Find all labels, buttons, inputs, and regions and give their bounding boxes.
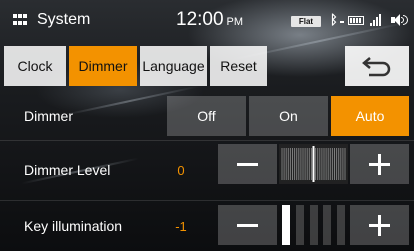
clock-ampm: PM xyxy=(226,16,244,28)
menu-grid-icon[interactable] xyxy=(13,14,27,26)
volume-icon xyxy=(391,14,409,26)
clock-time: 12:00 xyxy=(176,9,224,30)
status-bar: System 12:00 PM Flat ᛒ xyxy=(0,0,414,42)
tab-dimmer[interactable]: Dimmer xyxy=(69,46,137,86)
dimmer-option-off[interactable]: Off xyxy=(167,96,246,136)
dimmer-level-slider[interactable] xyxy=(279,144,348,184)
back-button[interactable] xyxy=(345,46,409,86)
dimmer-option-auto[interactable]: Auto xyxy=(331,96,409,136)
key-illumination-step xyxy=(295,205,304,245)
bluetooth-icon: ᛒ xyxy=(330,12,344,27)
dimmer-level-increase-button[interactable] xyxy=(350,144,409,184)
key-illumination-step xyxy=(323,205,332,245)
app-title: System xyxy=(37,11,91,28)
dimmer-level-decrease-button[interactable] xyxy=(218,144,277,184)
key-illumination-label: Key illumination xyxy=(24,218,123,234)
eq-badge: Flat xyxy=(291,16,321,27)
row-divider xyxy=(0,140,414,141)
screen: System 12:00 PM Flat ᛒ Clock Dimmer Langu… xyxy=(0,0,414,251)
key-illumination-step xyxy=(309,205,318,245)
clock-display: 12:00 PM xyxy=(176,9,243,31)
key-illumination-step xyxy=(282,205,290,245)
key-illumination-decrease-button[interactable] xyxy=(218,205,277,245)
dimmer-label: Dimmer xyxy=(24,108,73,124)
key-illumination-increase-button[interactable] xyxy=(350,205,409,245)
tab-reset[interactable]: Reset xyxy=(210,46,267,86)
row-divider xyxy=(0,200,414,201)
dimmer-level-label: Dimmer Level xyxy=(24,162,111,178)
tab-bar: Clock Dimmer Language Reset xyxy=(0,46,414,86)
key-illumination-step xyxy=(337,205,345,245)
battery-icon xyxy=(348,16,364,25)
key-illumination-level-bar xyxy=(279,205,348,245)
back-arrow-icon xyxy=(362,57,391,77)
tab-language[interactable]: Language xyxy=(140,46,207,86)
dimmer-option-on[interactable]: On xyxy=(249,96,328,136)
dimmer-level-value: 0 xyxy=(177,163,185,178)
key-illumination-value: -1 xyxy=(175,219,187,234)
tab-clock[interactable]: Clock xyxy=(4,46,66,86)
signal-icon xyxy=(370,14,384,26)
